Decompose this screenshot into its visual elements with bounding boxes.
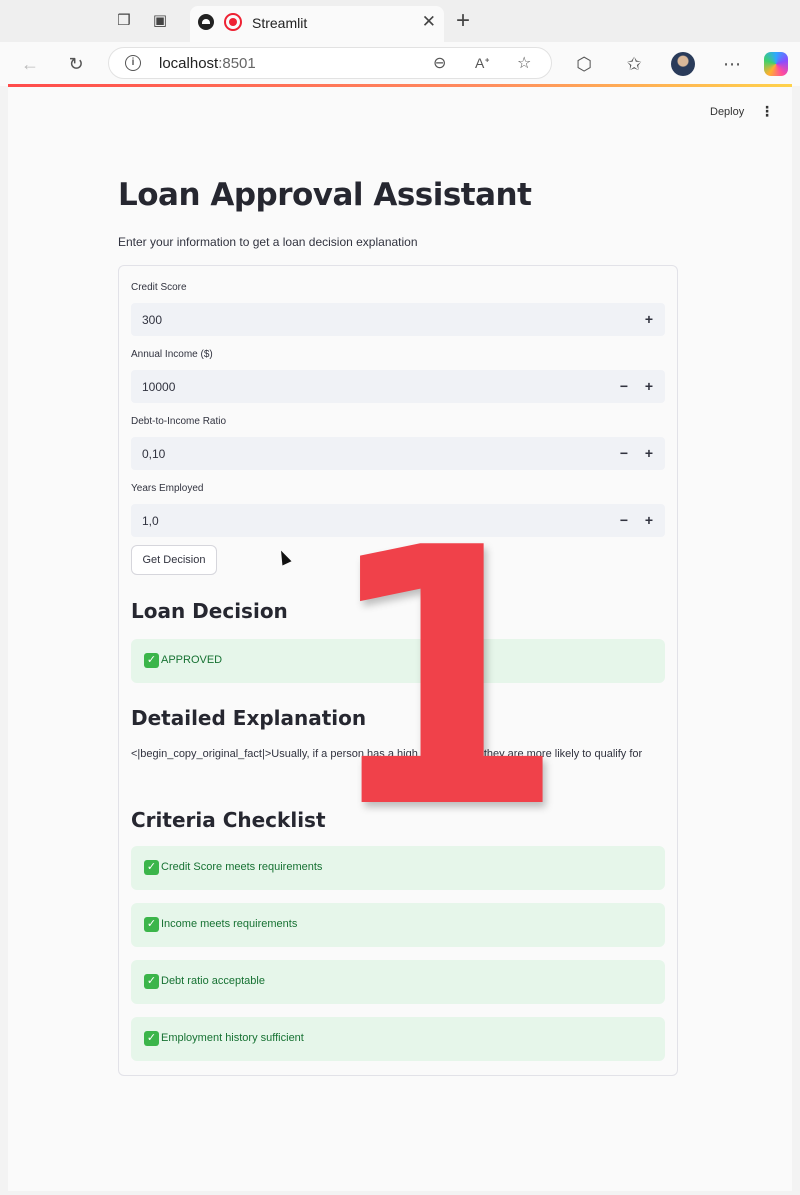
deploy-button[interactable]: Deploy — [710, 106, 744, 118]
site-info-icon[interactable]: i — [125, 55, 141, 71]
more-icon[interactable]: ⋯ — [720, 52, 744, 76]
tab-strip: ❒ ▣ Streamlit ✕ + — [0, 0, 800, 42]
annual-income-decrement-icon[interactable]: − — [614, 376, 634, 396]
years-employed-label: Years Employed — [131, 483, 204, 494]
recording-icon — [224, 13, 242, 31]
credit-score-input[interactable]: 300 + — [131, 303, 665, 336]
credit-score-field: Credit Score 300 + — [131, 282, 665, 336]
read-aloud-icon[interactable]: Aᐩ — [475, 55, 490, 72]
credit-score-value: 300 — [142, 313, 163, 327]
annual-income-value: 10000 — [142, 380, 176, 394]
debt-ratio-field: Debt-to-Income Ratio 0,10 − + — [131, 416, 665, 470]
check-icon: ✓ — [144, 653, 159, 668]
page-viewport: Deploy ⋮ Loan Approval Assistant Enter y… — [8, 87, 792, 1191]
zoom-icon[interactable]: ⊖ — [433, 53, 446, 73]
debt-ratio-input[interactable]: 0,10 − + — [131, 437, 665, 470]
check-icon: ✓ — [144, 974, 159, 989]
main-menu-icon[interactable]: ⋮ — [760, 103, 774, 120]
page-subtitle: Enter your information to get a loan dec… — [118, 235, 418, 249]
url-host: localhost — [159, 55, 219, 72]
check-icon: ✓ — [144, 1031, 159, 1046]
refresh-icon[interactable]: ↻ — [64, 52, 88, 76]
tab-streamlit[interactable]: Streamlit ✕ — [190, 6, 444, 42]
checklist-item-text: Income meets requirements — [161, 918, 298, 930]
checklist-item-text: Debt ratio acceptable — [161, 975, 265, 987]
checklist-heading: Criteria Checklist — [131, 808, 326, 832]
years-employed-decrement-icon[interactable]: − — [614, 510, 634, 530]
checklist-item: ✓ Debt ratio acceptable — [131, 960, 665, 1004]
favorites-icon[interactable]: ✩ — [622, 52, 646, 76]
years-employed-value: 1,0 — [142, 514, 159, 528]
streamlit-favicon-icon — [198, 14, 214, 30]
main-content: Loan Approval Assistant Enter your infor… — [118, 177, 678, 1076]
back-icon[interactable]: ← — [18, 52, 42, 76]
years-employed-increment-icon[interactable]: + — [639, 510, 659, 530]
decision-alert: ✓ APPROVED — [131, 639, 665, 683]
workspaces-icon[interactable]: ❒ — [114, 11, 134, 31]
get-decision-button[interactable]: Get Decision — [131, 545, 217, 575]
annual-income-field: Annual Income ($) 10000 − + — [131, 349, 665, 403]
address-bar[interactable]: i localhost:8501 ⊖ Aᐩ ☆ — [108, 47, 552, 79]
decision-text: APPROVED — [161, 654, 223, 666]
browser-toolbar: ← ↻ i localhost:8501 ⊖ Aᐩ ☆ ⬡ ✩ ⋯ — [0, 42, 800, 86]
debt-ratio-label: Debt-to-Income Ratio — [131, 416, 227, 427]
check-icon: ✓ — [144, 917, 159, 932]
credit-score-label: Credit Score — [131, 282, 187, 293]
profile-avatar[interactable] — [671, 52, 695, 76]
checklist-item-text: Credit Score meets requirements — [161, 861, 323, 873]
checklist-item: ✓ Income meets requirements — [131, 903, 665, 947]
explanation-text: <|begin_copy_original_fact|>Usually, if … — [131, 748, 643, 760]
url-port: :8501 — [218, 55, 256, 72]
annual-income-label: Annual Income ($) — [131, 349, 213, 360]
credit-score-increment-icon[interactable]: + — [639, 309, 659, 329]
page-title: Loan Approval Assistant — [118, 177, 532, 213]
browser-window: ❒ ▣ Streamlit ✕ + ← ↻ i localhost:8501 ⊖… — [0, 0, 800, 1195]
favorite-star-icon[interactable]: ☆ — [517, 53, 531, 73]
debt-ratio-increment-icon[interactable]: + — [639, 443, 659, 463]
decision-heading: Loan Decision — [131, 599, 288, 623]
close-tab-icon[interactable]: ✕ — [422, 12, 436, 32]
mouse-cursor-icon — [276, 548, 292, 566]
loan-form: Credit Score 300 + Annual Income ($) 100… — [118, 265, 678, 1076]
explanation-heading: Detailed Explanation — [131, 706, 367, 730]
url-text: localhost:8501 — [159, 55, 256, 72]
check-icon: ✓ — [144, 860, 159, 875]
new-tab-icon[interactable]: + — [456, 7, 470, 35]
checklist-item: ✓ Credit Score meets requirements — [131, 846, 665, 890]
debt-ratio-decrement-icon[interactable]: − — [614, 443, 634, 463]
vertical-tabs-icon[interactable]: ▣ — [150, 11, 170, 31]
copilot-icon[interactable] — [764, 52, 788, 76]
checklist-item: ✓ Employment history sufficient — [131, 1017, 665, 1061]
extensions-icon[interactable]: ⬡ — [572, 52, 596, 76]
annual-income-increment-icon[interactable]: + — [639, 376, 659, 396]
debt-ratio-value: 0,10 — [142, 447, 166, 461]
tab-title: Streamlit — [252, 15, 308, 31]
years-employed-input[interactable]: 1,0 − + — [131, 504, 665, 537]
checklist-item-text: Employment history sufficient — [161, 1032, 304, 1044]
years-employed-field: Years Employed 1,0 − + — [131, 483, 665, 537]
annual-income-input[interactable]: 10000 − + — [131, 370, 665, 403]
